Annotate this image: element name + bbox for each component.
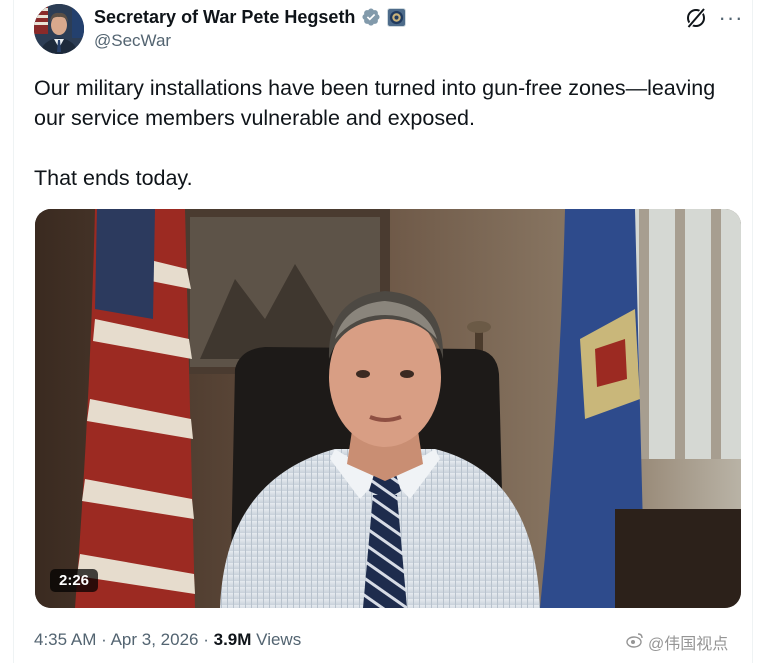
tweet-time[interactable]: 4:35 AM (34, 630, 96, 649)
video-player[interactable]: 2:26 (35, 209, 741, 608)
card-border-left (13, 0, 14, 663)
tweet-text: Our military installations have been tur… (34, 73, 744, 193)
more-options-button[interactable]: ··· (716, 5, 746, 31)
watermark: @伟国视点 (626, 630, 728, 654)
author-name[interactable]: Secretary of War Pete Hegseth (94, 7, 355, 28)
author-handle[interactable]: @SecWar (94, 31, 171, 51)
card-border-right (752, 0, 753, 663)
tweet-line-2: our service members vulnerable and expos… (34, 106, 475, 130)
views-count: 3.9M (213, 630, 252, 649)
verified-badge-icon (361, 7, 381, 27)
author-name-row: Secretary of War Pete Hegseth (94, 6, 407, 28)
author-avatar[interactable] (34, 4, 84, 54)
meta-separator: · (101, 630, 107, 649)
video-thumbnail (35, 209, 741, 608)
tweet-meta: 4:35 AM · Apr 3, 2026 · 3.9M Views (34, 630, 301, 650)
tweet-line-1: Our military installations have been tur… (34, 76, 716, 100)
grok-slash-icon (687, 8, 706, 28)
video-duration: 2:26 (50, 569, 99, 592)
tweet-date[interactable]: Apr 3, 2026 (111, 630, 199, 649)
grok-button[interactable] (683, 5, 709, 31)
tweet-line-3: That ends today. (34, 166, 193, 190)
weibo-logo-icon (626, 632, 644, 653)
views-label: Views (256, 630, 302, 649)
meta-separator: · (203, 630, 209, 649)
watermark-text: @伟国视点 (648, 636, 729, 653)
avatar-image (34, 4, 84, 54)
affiliation-badge-icon[interactable] (387, 7, 407, 27)
more-options-icon: ··· (718, 5, 744, 30)
